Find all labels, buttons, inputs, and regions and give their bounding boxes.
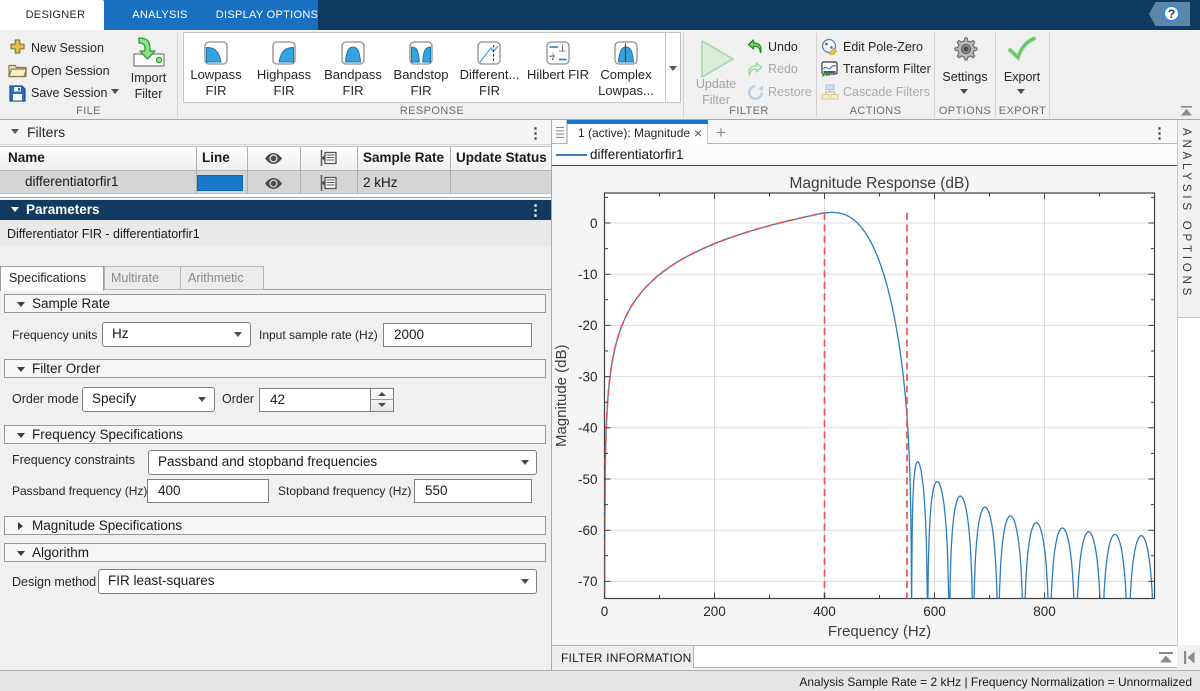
svg-text:Magnitude (dB): Magnitude (dB): [553, 344, 570, 447]
svg-text:j: j: [561, 43, 564, 52]
svg-text:-30: -30: [578, 369, 598, 384]
svg-text:-j: -j: [550, 52, 555, 61]
svg-text:-20: -20: [578, 318, 598, 333]
svg-text:Magnitude Response (dB): Magnitude Response (dB): [789, 175, 969, 192]
svg-text:-70: -70: [578, 574, 598, 589]
svg-text:200: 200: [703, 604, 726, 619]
svg-text:-40: -40: [578, 420, 598, 435]
svg-text:0: 0: [601, 604, 609, 619]
svg-text:-10: -10: [578, 267, 598, 282]
svg-text:400: 400: [813, 604, 836, 619]
svg-text:600: 600: [923, 604, 946, 619]
svg-text:0: 0: [590, 215, 598, 230]
svg-text:Frequency (Hz): Frequency (Hz): [828, 623, 931, 640]
svg-text:-50: -50: [578, 471, 598, 486]
svg-text:800: 800: [1033, 604, 1056, 619]
svg-text:-60: -60: [578, 523, 598, 538]
